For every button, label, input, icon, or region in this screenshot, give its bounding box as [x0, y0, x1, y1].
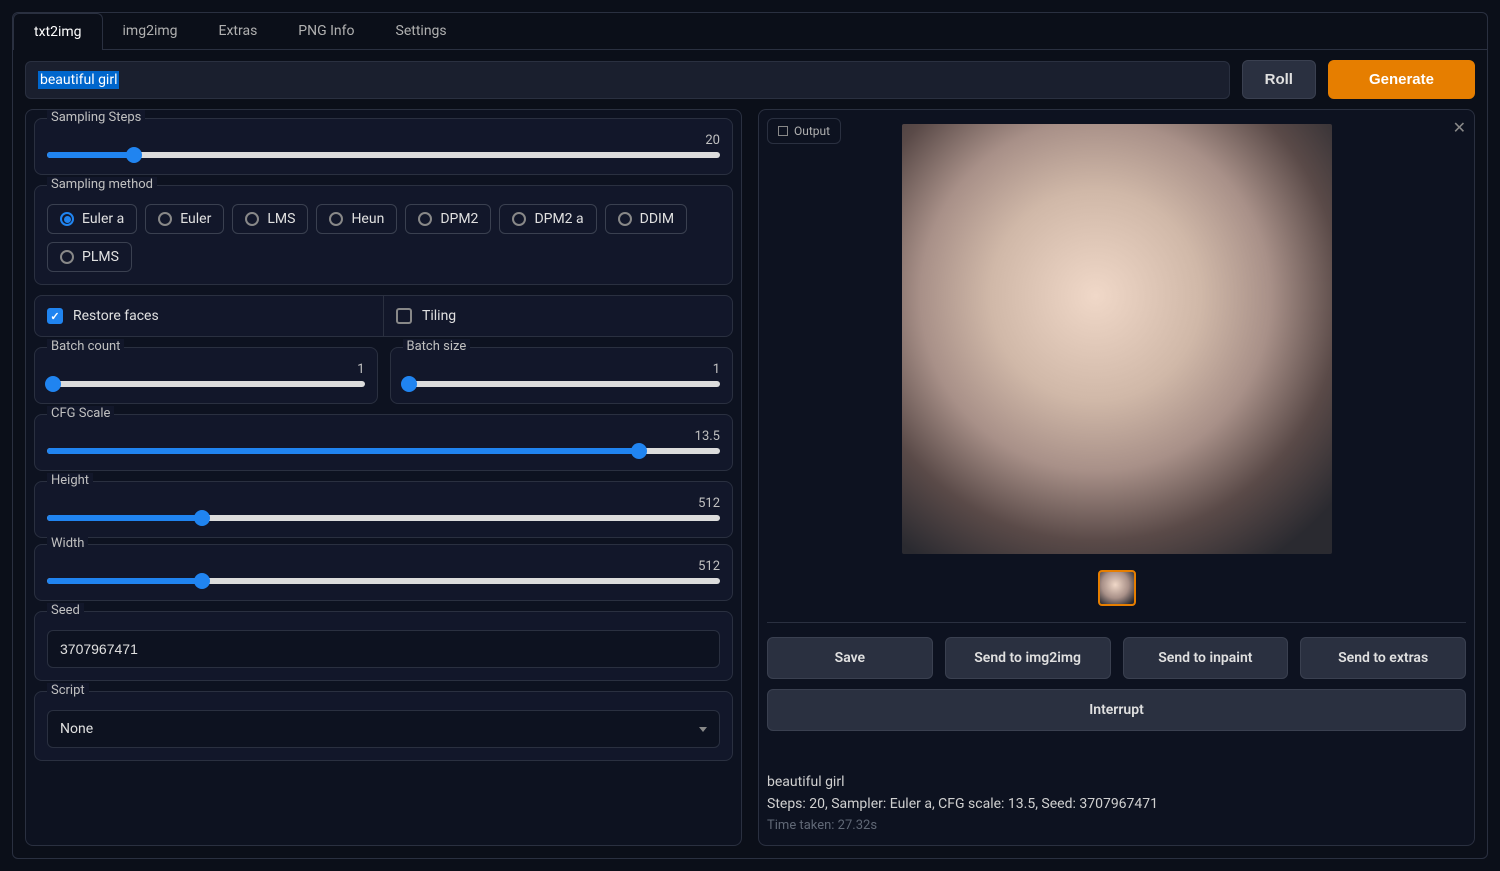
info-time-taken: Time taken: 27.32s	[767, 816, 1466, 837]
radio-heun[interactable]: Heun	[316, 204, 397, 234]
info-prompt: beautiful girl	[767, 771, 1466, 793]
prompt-input[interactable]: beautiful girl	[25, 61, 1230, 99]
batch-size-field: Batch size 1	[390, 347, 734, 404]
save-button[interactable]: Save	[767, 637, 933, 679]
output-panel: Output ✕ Save Send to img2img Send to in…	[758, 109, 1475, 846]
height-value: 512	[698, 496, 720, 511]
height-field: Height 512	[34, 481, 733, 538]
radio-euler[interactable]: Euler	[145, 204, 224, 234]
tab-img2img[interactable]: img2img	[103, 13, 199, 49]
width-field: Width 512	[34, 544, 733, 601]
script-field: Script None	[34, 691, 733, 761]
restore-faces-label: Restore faces	[73, 308, 159, 324]
sampling-method-label: Sampling method	[47, 177, 157, 192]
radio-euler-a[interactable]: Euler a	[47, 204, 137, 234]
expand-icon	[778, 126, 788, 136]
toggles-row: Restore faces Tiling	[34, 295, 733, 337]
cfg-scale-value: 13.5	[695, 429, 720, 444]
main-tabs: txt2img img2img Extras PNG Info Settings	[13, 13, 1487, 50]
script-label: Script	[47, 683, 89, 698]
send-img2img-button[interactable]: Send to img2img	[945, 637, 1111, 679]
tiling-checkbox[interactable]: Tiling	[384, 296, 732, 336]
info-params: Steps: 20, Sampler: Euler a, CFG scale: …	[767, 793, 1466, 815]
batch-count-slider[interactable]	[47, 381, 365, 387]
tab-png-info[interactable]: PNG Info	[278, 13, 375, 49]
generate-button[interactable]: Generate	[1328, 60, 1475, 99]
seed-label: Seed	[47, 603, 84, 618]
roll-button[interactable]: Roll	[1242, 60, 1316, 99]
radio-plms[interactable]: PLMS	[47, 242, 132, 272]
restore-faces-box	[47, 308, 63, 324]
script-select[interactable]: None	[47, 710, 720, 748]
send-extras-button[interactable]: Send to extras	[1300, 637, 1466, 679]
width-label: Width	[47, 536, 88, 551]
height-slider[interactable]	[47, 515, 720, 521]
tab-settings[interactable]: Settings	[376, 13, 468, 49]
tiling-label: Tiling	[422, 308, 456, 324]
settings-panel: Sampling Steps 20 Sampling method Euler …	[25, 109, 742, 846]
batch-size-value: 1	[713, 362, 720, 377]
batch-count-value: 1	[357, 362, 364, 377]
batch-size-label: Batch size	[403, 339, 471, 354]
radio-dpm2[interactable]: DPM2	[405, 204, 491, 234]
sampling-steps-label: Sampling Steps	[47, 110, 145, 125]
cfg-scale-field: CFG Scale 13.5	[34, 414, 733, 471]
chevron-down-icon	[699, 727, 707, 732]
sampling-steps-field: Sampling Steps 20	[34, 118, 733, 175]
interrupt-button[interactable]: Interrupt	[767, 689, 1466, 731]
script-selected: None	[60, 721, 93, 737]
radio-dpm2-a[interactable]: DPM2 a	[499, 204, 596, 234]
cfg-scale-label: CFG Scale	[47, 406, 114, 421]
cfg-scale-slider[interactable]	[47, 448, 720, 454]
seed-input[interactable]	[47, 630, 720, 668]
sampling-method-field: Sampling method Euler a Euler LMS Heun D…	[34, 185, 733, 285]
tab-txt2img[interactable]: txt2img	[13, 13, 103, 50]
batch-size-slider[interactable]	[403, 381, 721, 387]
generation-info: beautiful girl Steps: 20, Sampler: Euler…	[767, 771, 1466, 837]
width-value: 512	[698, 559, 720, 574]
tab-extras[interactable]: Extras	[199, 13, 279, 49]
height-label: Height	[47, 473, 93, 488]
batch-count-label: Batch count	[47, 339, 124, 354]
radio-ddim[interactable]: DDIM	[605, 204, 687, 234]
seed-field: Seed	[34, 611, 733, 681]
tiling-box	[396, 308, 412, 324]
batch-count-field: Batch count 1	[34, 347, 378, 404]
radio-lms[interactable]: LMS	[232, 204, 308, 234]
sampling-steps-slider[interactable]	[47, 152, 720, 158]
width-slider[interactable]	[47, 578, 720, 584]
restore-faces-checkbox[interactable]: Restore faces	[35, 296, 384, 336]
generated-image[interactable]	[902, 124, 1332, 554]
sampling-steps-value: 20	[705, 133, 720, 148]
send-inpaint-button[interactable]: Send to inpaint	[1123, 637, 1289, 679]
prompt-text: beautiful girl	[38, 71, 119, 89]
image-thumbnail[interactable]	[1098, 570, 1136, 606]
